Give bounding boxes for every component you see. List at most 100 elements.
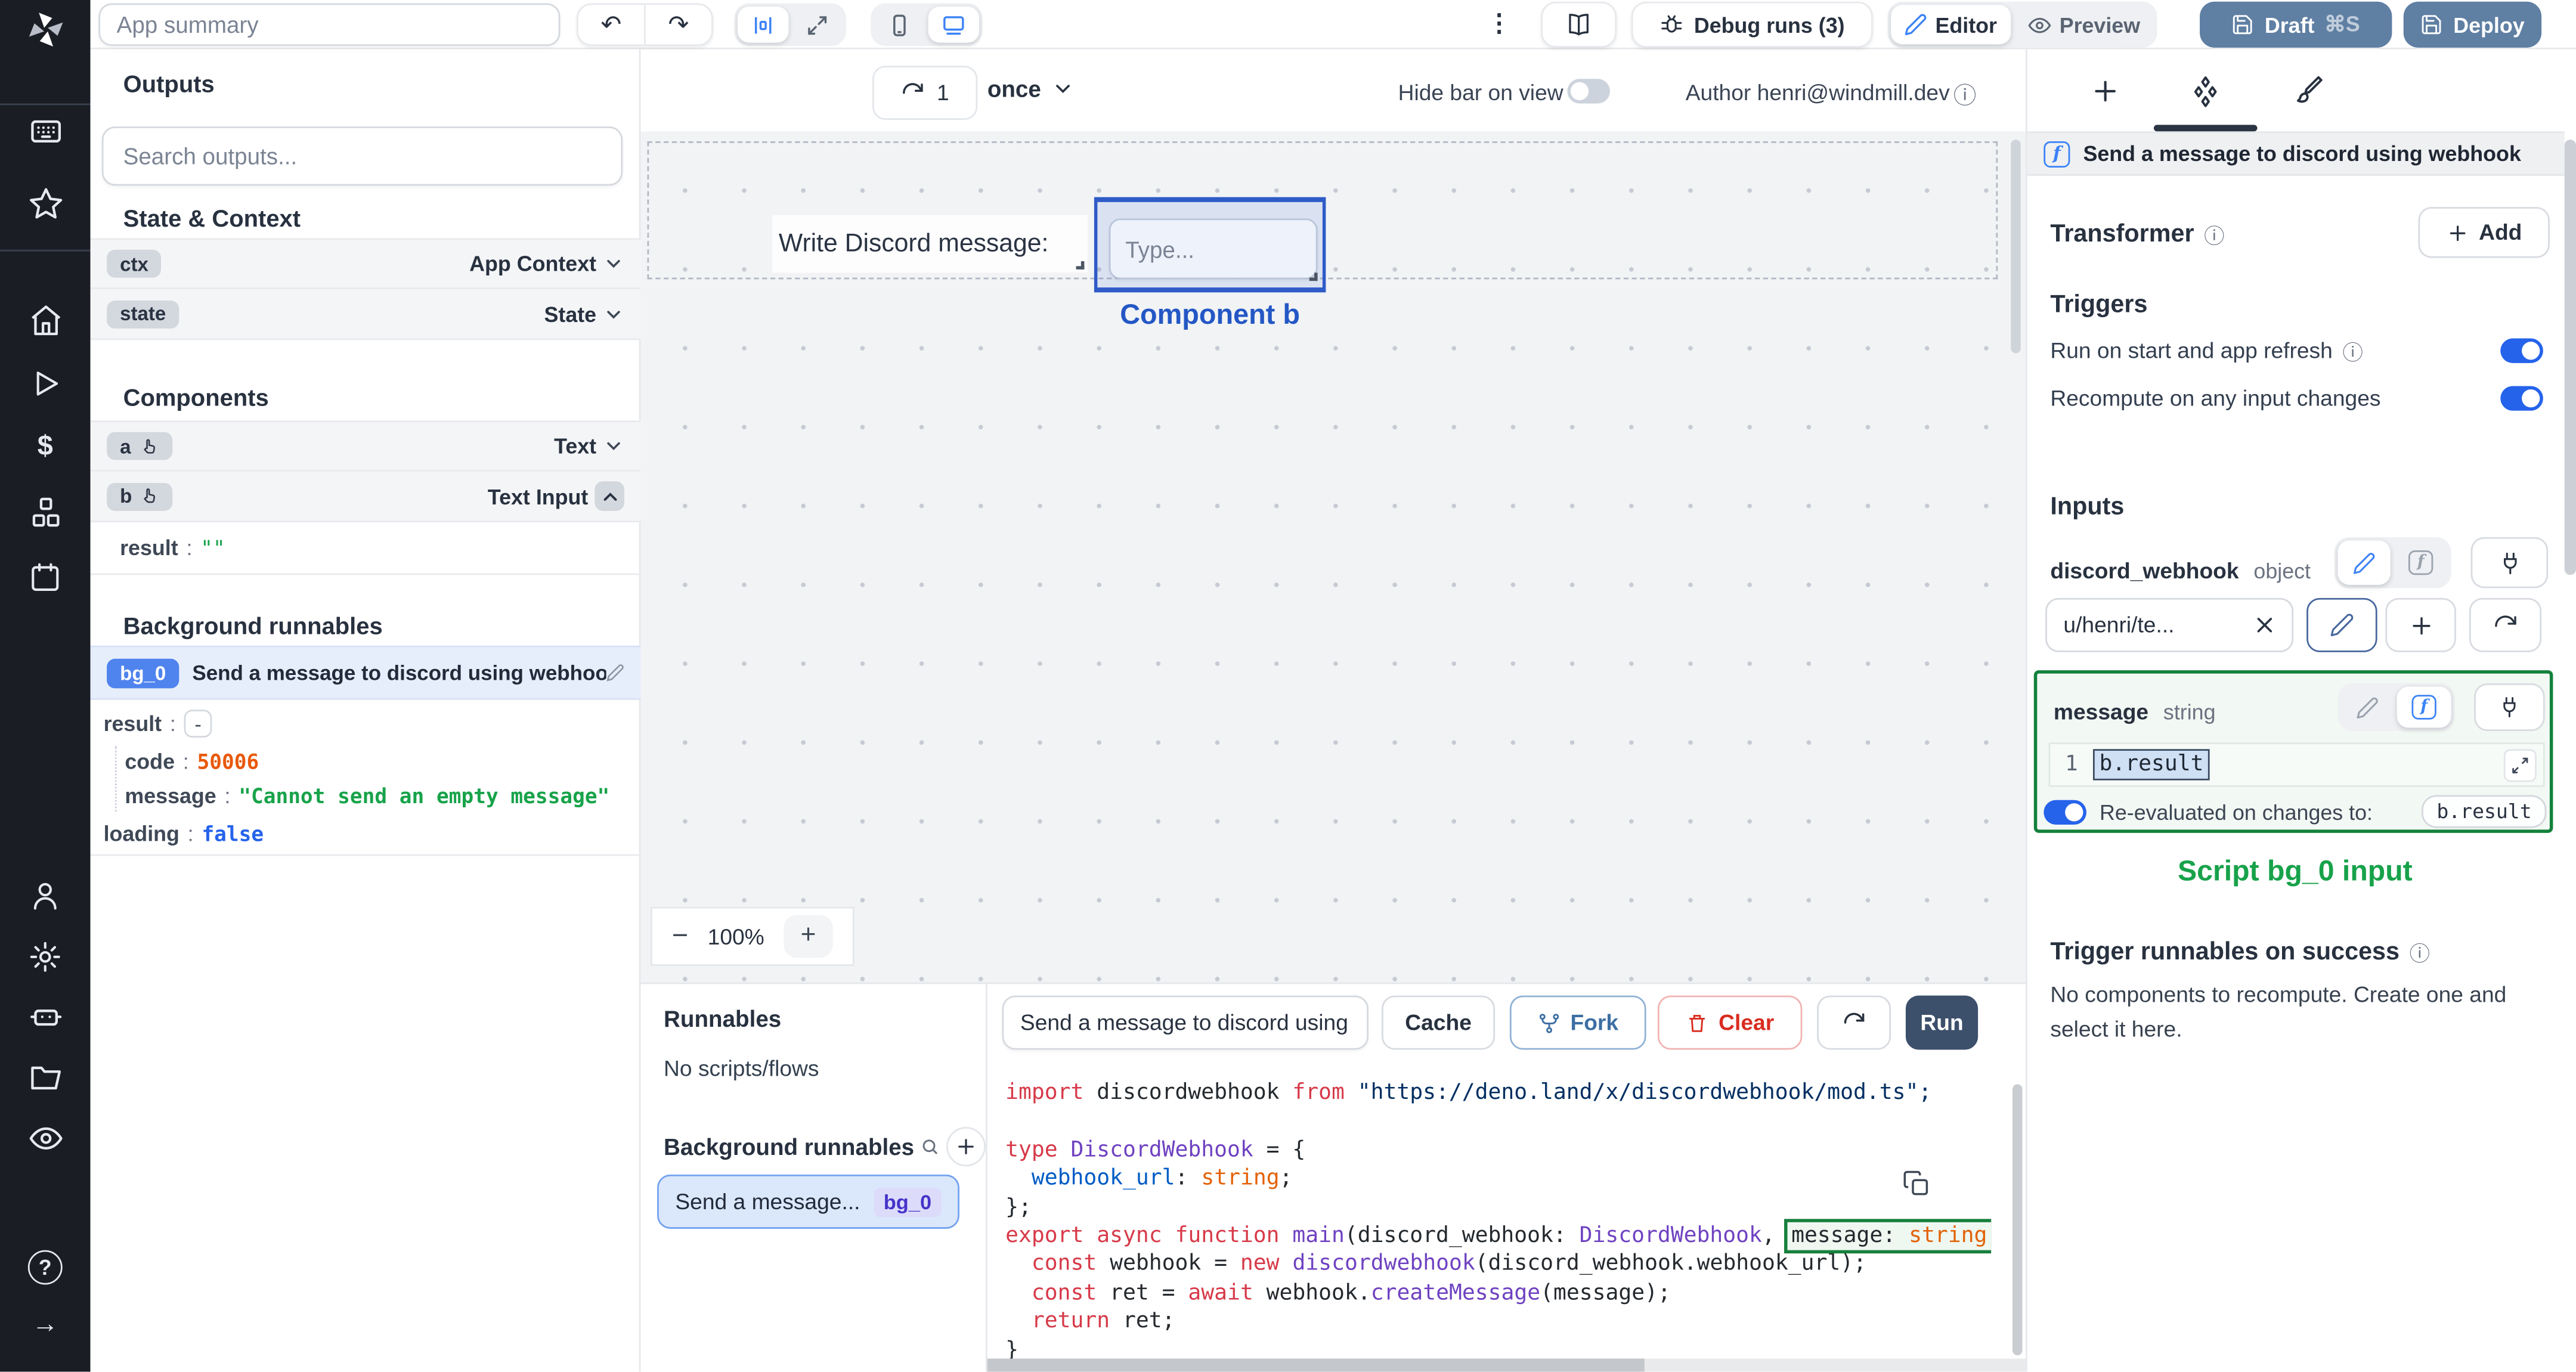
runnable-name-input[interactable] [1002, 995, 1368, 1050]
home-icon[interactable] [0, 296, 91, 345]
resize-handle[interactable] [1309, 272, 1318, 281]
static-mode-button[interactable] [2337, 540, 2391, 585]
components-title: Components [123, 386, 269, 413]
static-mode-button[interactable] [2341, 687, 2394, 728]
clear-x-icon[interactable] [2254, 614, 2275, 636]
run-button[interactable]: Run [1905, 995, 1979, 1050]
add-transformer-button[interactable]: Add [2418, 207, 2550, 258]
windmill-logo-icon[interactable] [0, 5, 91, 54]
component-b-text-input[interactable] [1109, 218, 1318, 280]
refresh-icon [2495, 615, 2516, 626]
divider [986, 982, 987, 1372]
save-icon [2234, 15, 2253, 35]
tab-preview[interactable]: Preview [2014, 5, 2154, 44]
collapse-row-button[interactable] [595, 481, 624, 511]
favorites-star-icon[interactable] [0, 179, 91, 228]
expand-editor-button[interactable] [2503, 748, 2537, 782]
align-center-button[interactable] [738, 7, 789, 43]
resize-handle[interactable] [1076, 261, 1085, 270]
undo-button[interactable]: ↶ [578, 5, 644, 44]
add-background-runnable-button[interactable] [947, 1126, 987, 1167]
frequency-dropdown[interactable]: once [987, 76, 1074, 102]
runs-play-icon[interactable] [0, 358, 91, 408]
collapse-json-button[interactable]: - [184, 710, 212, 738]
run-on-start-toggle[interactable] [2500, 338, 2543, 363]
deploy-button[interactable]: Deploy [2403, 1, 2542, 48]
code-vertical-scrollbar[interactable] [2012, 1084, 2023, 1355]
workers-robot-icon[interactable] [0, 992, 91, 1042]
output-row-ctx[interactable]: ctx App Context [90, 238, 641, 289]
info-icon[interactable]: ⓘ [2342, 335, 2363, 366]
zoom-out-button[interactable]: − [672, 920, 688, 953]
refresh-count-button[interactable]: 1 [872, 66, 978, 120]
fork-button[interactable]: Fork [1509, 995, 1646, 1050]
tab-styling-brush-icon[interactable] [2278, 66, 2336, 115]
app-canvas[interactable]: Write Discord message: Component b − 100… [640, 131, 2026, 983]
cache-button[interactable]: Cache [1382, 995, 1496, 1050]
expression-value[interactable]: b.result [2092, 749, 2210, 781]
more-options-kebab-icon[interactable]: ⋮ [1487, 8, 1511, 38]
add-resource-button[interactable] [2385, 597, 2456, 652]
variables-dollar-icon[interactable]: $ [0, 422, 91, 472]
draft-button[interactable]: Draft ⌘S [2200, 1, 2392, 48]
redo-button[interactable]: ↷ [646, 5, 711, 44]
runnables-title: Runnables [664, 1005, 782, 1032]
schedules-calendar-icon[interactable] [0, 552, 91, 602]
bg0-output-row[interactable]: bg_0 Send a message to discord using web… [90, 645, 641, 700]
fullscreen-button[interactable] [792, 7, 843, 43]
canvas-scrollbar[interactable] [2011, 140, 2021, 354]
edit-pencil-icon[interactable] [606, 664, 624, 682]
bg0-item-badge: bg_0 [874, 1187, 942, 1217]
output-row-state[interactable]: state State [90, 289, 641, 340]
hide-bar-toggle[interactable] [1567, 79, 1610, 104]
settings-gear-icon[interactable] [0, 931, 91, 981]
copy-icon[interactable] [1902, 1170, 1930, 1198]
edit-resource-button[interactable] [2306, 597, 2377, 652]
component-a-text[interactable]: Write Discord message: [772, 215, 1088, 273]
recompute-toggle[interactable] [2500, 386, 2543, 411]
tab-editor[interactable]: Editor [1891, 5, 2011, 45]
output-row-component-a[interactable]: a Text [90, 420, 641, 472]
code-horizontal-scrollbar[interactable] [987, 1358, 1645, 1372]
clear-button[interactable]: Clear [1657, 995, 1803, 1050]
help-icon[interactable]: ? [0, 1242, 91, 1292]
debug-runs-button[interactable]: Debug runs (3) [1631, 1, 1873, 48]
app-summary-input[interactable] [98, 3, 561, 47]
audit-eye-icon[interactable] [0, 1114, 91, 1163]
plus-icon [959, 1139, 975, 1154]
zoom-in-button[interactable]: + [784, 915, 833, 958]
users-icon[interactable] [0, 871, 91, 920]
folders-icon[interactable] [0, 1053, 91, 1102]
panel-scrollbar[interactable] [2564, 140, 2576, 575]
code-editor[interactable]: import discordwebhook from "https://deno… [1005, 1079, 1992, 1362]
docs-book-button[interactable] [1541, 1, 1617, 48]
triggers-title: Triggers [2050, 290, 2148, 319]
bg0-runnable-item[interactable]: Send a message... bg_0 [657, 1174, 959, 1229]
tab-settings-component-icon[interactable] [2177, 66, 2234, 115]
mobile-view-button[interactable] [874, 7, 925, 43]
apps-icon[interactable] [0, 107, 91, 156]
collapse-rail-arrow-icon[interactable]: → [0, 1301, 91, 1351]
connect-plug-button[interactable] [2474, 683, 2545, 732]
b-result-row[interactable]: result: "" [120, 535, 225, 560]
component-b-selection[interactable] [1094, 197, 1326, 293]
eval-mode-button[interactable]: f [2397, 686, 2451, 728]
info-icon[interactable]: ⓘ [2410, 936, 2430, 967]
tab-insert-plus-icon[interactable] [2076, 66, 2134, 115]
refresh-resource-button[interactable] [2469, 597, 2542, 652]
reeval-toggle[interactable] [2044, 799, 2086, 824]
resources-cubes-icon[interactable] [0, 488, 91, 537]
desktop-view-button[interactable] [928, 7, 980, 43]
refresh-run-button[interactable] [1817, 995, 1891, 1050]
connect-plug-button[interactable] [2470, 537, 2549, 589]
info-icon[interactable]: ⓘ [1953, 79, 1977, 112]
resource-picker[interactable]: u/henri/te... [2045, 597, 2294, 652]
info-icon[interactable]: ⓘ [2204, 218, 2224, 249]
expression-editor[interactable]: 1 b.result [2048, 742, 2545, 787]
selected-component-label: Component b [1120, 299, 1301, 330]
reeval-target-chip[interactable]: b.result [2422, 795, 2547, 828]
search-outputs-input[interactable] [101, 126, 623, 186]
output-row-component-b[interactable]: b Text Input [90, 471, 641, 523]
eval-mode-button[interactable]: f [2394, 540, 2448, 584]
search-icon[interactable] [921, 1137, 940, 1157]
